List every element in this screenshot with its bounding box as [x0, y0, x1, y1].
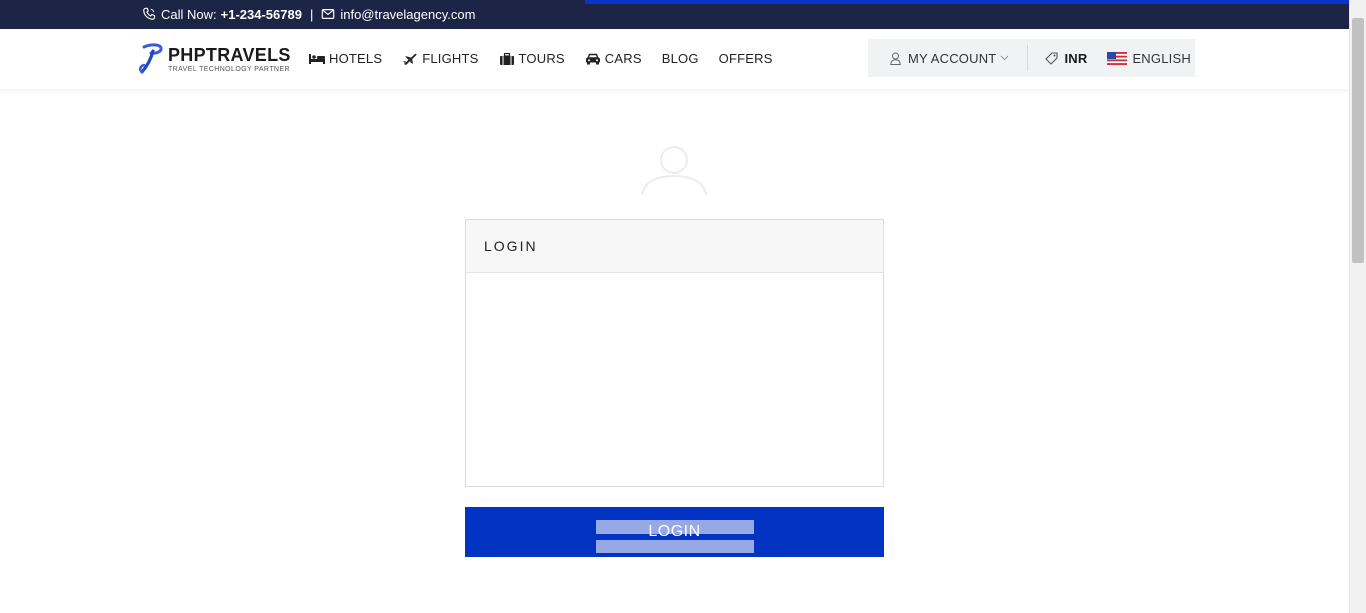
- page: Call Now: +1-234-56789 | info@travelagen…: [0, 0, 1366, 613]
- bed-icon: [309, 53, 325, 64]
- my-account-dropdown[interactable]: MY ACCOUNT: [890, 51, 1009, 66]
- email-address[interactable]: info@travelagency.com: [340, 7, 475, 22]
- language-selector[interactable]: ENGLISH: [1107, 50, 1191, 66]
- user-avatar-icon: [641, 146, 707, 195]
- my-account-label: MY ACCOUNT: [908, 50, 997, 66]
- contact-info: Call Now: +1-234-56789 | info@travelagen…: [142, 6, 475, 22]
- login-button[interactable]: LOGIN: [465, 507, 884, 557]
- nav-cars[interactable]: CARS: [585, 51, 642, 66]
- main-header: PHPTRAVELS TRAVEL TECHNOLOGY PARTNER HOT…: [0, 29, 1349, 89]
- top-contact-bar: Call Now: +1-234-56789 | info@travelagen…: [0, 0, 1349, 29]
- currency-label: INR: [1064, 50, 1088, 66]
- nav-hotels-label: HOTELS: [329, 51, 383, 66]
- car-icon: [585, 53, 600, 64]
- logo-text: PHPTRAVELS TRAVEL TECHNOLOGY PARTNER: [168, 46, 291, 73]
- overlay-placeholder-bottom: [596, 540, 754, 553]
- nav-offers-label: OFFERS: [718, 51, 773, 66]
- nav-flights[interactable]: FLIGHTS: [402, 51, 478, 66]
- nav-offers[interactable]: OFFERS: [719, 51, 773, 66]
- nav-tours[interactable]: TOURS: [499, 51, 565, 66]
- nav-flights-label: FLIGHTS: [422, 51, 479, 66]
- nav-tours-label: TOURS: [518, 51, 565, 66]
- us-flag-icon: [1107, 51, 1128, 65]
- user-icon: [890, 52, 901, 65]
- login-card: LOGIN: [465, 219, 884, 487]
- tag-icon: [1045, 51, 1058, 65]
- scrollbar-thumb[interactable]: [1352, 18, 1364, 263]
- login-title: LOGIN: [484, 238, 538, 254]
- plane-icon: [403, 53, 417, 65]
- logo-name: PHPTRAVELS: [168, 44, 291, 65]
- chevron-down-icon: [1001, 55, 1009, 61]
- login-card-header: LOGIN: [466, 220, 883, 273]
- nav-hotels[interactable]: HOTELS: [309, 51, 382, 66]
- call-now-label: Call Now:: [161, 6, 217, 22]
- logo-mark-icon: [139, 43, 163, 74]
- currency-selector[interactable]: INR: [1045, 51, 1087, 66]
- suitcase-icon: [499, 52, 514, 65]
- nav-cars-label: CARS: [604, 51, 642, 66]
- nav-blog[interactable]: BLOG: [662, 51, 699, 66]
- language-label: ENGLISH: [1132, 50, 1191, 66]
- site-logo[interactable]: PHPTRAVELS TRAVEL TECHNOLOGY PARTNER: [138, 43, 291, 75]
- toolbar-divider: [1027, 45, 1029, 71]
- nav-blog-label: BLOG: [661, 51, 699, 66]
- vertical-scrollbar[interactable]: [1349, 0, 1366, 613]
- account-toolbar: MY ACCOUNT INR ENGLISH: [868, 39, 1195, 77]
- main-nav: HOTELS FLIGHTS TOURS CARS BLOG OFFERS: [309, 51, 793, 66]
- phone-number[interactable]: +1-234-56789: [221, 7, 302, 22]
- logo-tagline: TRAVEL TECHNOLOGY PARTNER: [168, 65, 290, 73]
- contact-separator: |: [309, 6, 314, 22]
- page-load-progress: [585, 0, 1349, 4]
- login-button-label: LOGIN: [648, 523, 701, 540]
- envelope-icon: [322, 9, 335, 19]
- phone-icon: [143, 7, 156, 20]
